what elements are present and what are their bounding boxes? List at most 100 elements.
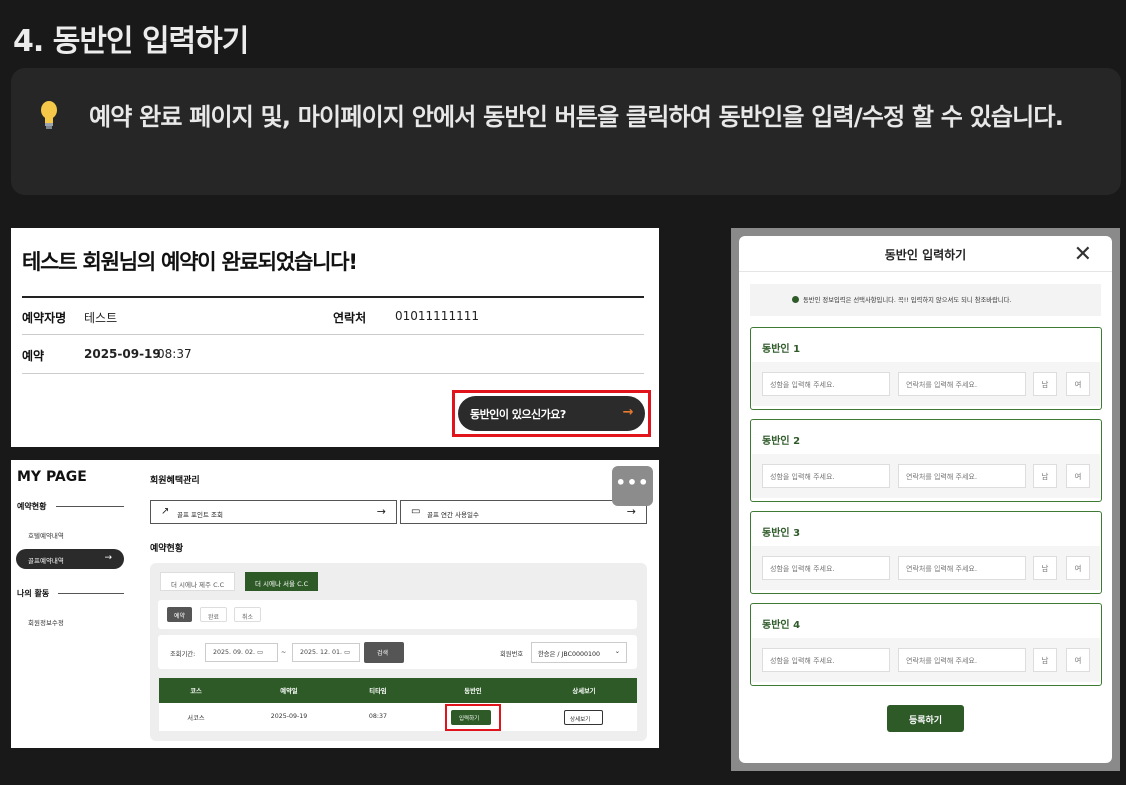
member-label: 회원번호 [500, 651, 524, 658]
divider [22, 373, 644, 374]
arrow-right-icon: → [626, 505, 636, 518]
companion-fields: 성함을 입력해 주세요. 연락처를 입력해 주세요. 남 여 [752, 638, 1100, 682]
golf-point-link[interactable]: ↗ 골프 포인트 조회 → [150, 500, 397, 524]
member-value: 한승은 / JBC0000100 [538, 651, 601, 658]
chart-icon: ↗ [161, 506, 170, 517]
companion-label: 동반인 3 [762, 528, 801, 539]
notice-banner: 동반인 정보입력은 선택사항입니다. 꼭!! 입력하지 않으셔도 되니 참조바랍… [750, 284, 1101, 316]
phone-input[interactable]: 연락처를 입력해 주세요. [898, 372, 1026, 396]
sidebar-group-activity: 나의 활동 [17, 589, 50, 598]
mypage-screenshot: MY PAGE 예약현황 호텔예약내역 골프예약내역 → 나의 활동 회원정보수… [11, 460, 659, 748]
reservation-complete-screenshot: 테스트 회원님의 예약이 완료되었습니다! 예약자명 테스트 연락처 01011… [11, 228, 659, 447]
male-button[interactable]: 남 [1033, 372, 1057, 396]
arrow-right-icon: → [104, 553, 112, 563]
female-button[interactable]: 여 [1066, 648, 1090, 672]
col-detail: 상세보기 [572, 688, 596, 695]
companion-label: 동반인 4 [762, 620, 801, 631]
phone-input[interactable]: 연락처를 입력해 주세요. [898, 648, 1026, 672]
calendar-icon: ▭ [411, 506, 421, 517]
golf-point-label: 골프 포인트 조회 [177, 511, 223, 519]
name-input[interactable]: 성함을 입력해 주세요. [762, 464, 890, 488]
contact-value: 01011111111 [395, 309, 479, 323]
reserve-date: 2025-09-19 [84, 347, 161, 361]
highlight-box [445, 704, 501, 731]
chip-completed[interactable]: 완료 [200, 607, 228, 622]
companion-label: 동반인 1 [762, 344, 801, 355]
more-options-button[interactable]: ••• [612, 466, 653, 506]
sidebar-group-reservation: 예약현황 [17, 502, 47, 511]
date-from-input[interactable]: 2025. 09. 02. ▭ [205, 643, 278, 662]
divider [22, 296, 644, 298]
col-companion: 동반인 [464, 688, 482, 695]
companion-label: 동반인 2 [762, 436, 801, 447]
companion-card: 동반인 4 성함을 입력해 주세요. 연락처를 입력해 주세요. 남 여 [750, 603, 1102, 686]
name-input[interactable]: 성함을 입력해 주세요. [762, 556, 890, 580]
callout-text: 예약 완료 페이지 및, 마이페이지 안에서 동반인 버튼을 클릭하여 동반인을… [89, 103, 1064, 131]
reserve-time: 08:37 [157, 347, 192, 361]
female-button[interactable]: 여 [1066, 556, 1090, 580]
companion-card: 동반인 3 성함을 입력해 주세요. 연락처를 입력해 주세요. 남 여 [750, 511, 1102, 594]
chip-canceled[interactable]: 취소 [234, 607, 262, 622]
sidebar-item-hotel[interactable]: 호텔예약내역 [28, 530, 64, 540]
name-input[interactable]: 성함을 입력해 주세요. [762, 372, 890, 396]
notice-text: 동반인 정보입력은 선택사항입니다. 꼭!! 입력하지 않으셔도 되니 참조바랍… [803, 297, 1012, 304]
calendar-icon: ▭ [257, 649, 264, 656]
companion-fields: 성함을 입력해 주세요. 연락처를 입력해 주세요. 남 여 [752, 362, 1100, 406]
contact-label: 연락처 [333, 311, 367, 325]
sidebar-item-label: 골프예약내역 [28, 557, 64, 565]
col-time: 티타임 [369, 688, 387, 695]
date-to-value: 2025. 12. 01. [300, 649, 343, 656]
divider [22, 334, 644, 335]
tab-jeju[interactable]: 더 시에나 제주 C.C [160, 572, 236, 591]
date-to-input[interactable]: 2025. 12. 01. ▭ [292, 643, 360, 662]
booker-value: 테스트 [84, 311, 118, 325]
tab-seoul[interactable]: 더 시에나 서울 C.C [245, 572, 319, 591]
complete-title: 테스트 회원님의 예약이 완료되었습니다! [22, 250, 358, 274]
female-button[interactable]: 여 [1066, 464, 1090, 488]
date-from-value: 2025. 09. 02. [213, 649, 256, 656]
close-icon[interactable]: ✕ [1074, 242, 1092, 267]
col-course: 코스 [190, 688, 202, 695]
divider [739, 271, 1112, 272]
callout-box: 예약 완료 페이지 및, 마이페이지 안에서 동반인 버튼을 클릭하여 동반인을… [11, 68, 1121, 195]
companion-fields: 성함을 입력해 주세요. 연락처를 입력해 주세요. 남 여 [752, 454, 1100, 498]
table-header: 코스 예약일 티타임 동반인 상세보기 [159, 678, 637, 703]
modal-title: 동반인 입력하기 [884, 248, 967, 262]
companion-button[interactable]: 동반인이 있으신가요? → [458, 396, 645, 431]
sidebar-item-golf[interactable]: 골프예약내역 → [16, 549, 124, 569]
male-button[interactable]: 남 [1033, 556, 1057, 580]
chevron-down-icon: ⌄ [614, 648, 620, 655]
phone-input[interactable]: 연락처를 입력해 주세요. [898, 556, 1026, 580]
cell-date: 2025-09-19 [270, 713, 308, 720]
calendar-icon: ▭ [344, 649, 351, 656]
search-button[interactable]: 검색 [364, 642, 404, 663]
companion-fields: 성함을 입력해 주세요. 연락처를 입력해 주세요. 남 여 [752, 546, 1100, 590]
mypage-title: MY PAGE [17, 469, 87, 485]
companion-card: 동반인 2 성함을 입력해 주세요. 연락처를 입력해 주세요. 남 여 [750, 419, 1102, 502]
info-icon [792, 296, 799, 303]
register-button[interactable]: 등록하기 [887, 705, 964, 732]
companion-button-label: 동반인이 있으신가요? [470, 408, 566, 421]
companion-modal: 동반인 입력하기 ✕ 동반인 정보입력은 선택사항입니다. 꼭!! 입력하지 않… [739, 236, 1112, 763]
golf-annual-link[interactable]: ▭ 골프 연간 사용일수 → [400, 500, 647, 524]
lightbulb-icon [41, 101, 57, 129]
divider [58, 593, 124, 594]
cell-course: 서코스 [187, 715, 205, 722]
section-reservation: 예약현황 [150, 544, 184, 554]
section-benefits: 회원혜택관리 [150, 476, 200, 486]
chip-reserved[interactable]: 예약 [167, 607, 193, 622]
name-input[interactable]: 성함을 입력해 주세요. [762, 648, 890, 672]
detail-button[interactable]: 상세보기 [564, 710, 603, 725]
female-button[interactable]: 여 [1066, 372, 1090, 396]
male-button[interactable]: 남 [1033, 464, 1057, 488]
cell-time: 08:37 [368, 713, 388, 720]
reserve-label: 예약 [22, 349, 45, 363]
male-button[interactable]: 남 [1033, 648, 1057, 672]
companion-card: 동반인 1 성함을 입력해 주세요. 연락처를 입력해 주세요. 남 여 [750, 327, 1102, 410]
member-select[interactable]: 한승은 / JBC0000100 ⌄ [531, 642, 627, 663]
phone-input[interactable]: 연락처를 입력해 주세요. [898, 464, 1026, 488]
sidebar-item-member[interactable]: 회원정보수정 [28, 617, 64, 627]
arrow-right-icon: → [376, 505, 386, 518]
col-date: 예약일 [280, 688, 298, 695]
status-filter-row [158, 600, 637, 629]
